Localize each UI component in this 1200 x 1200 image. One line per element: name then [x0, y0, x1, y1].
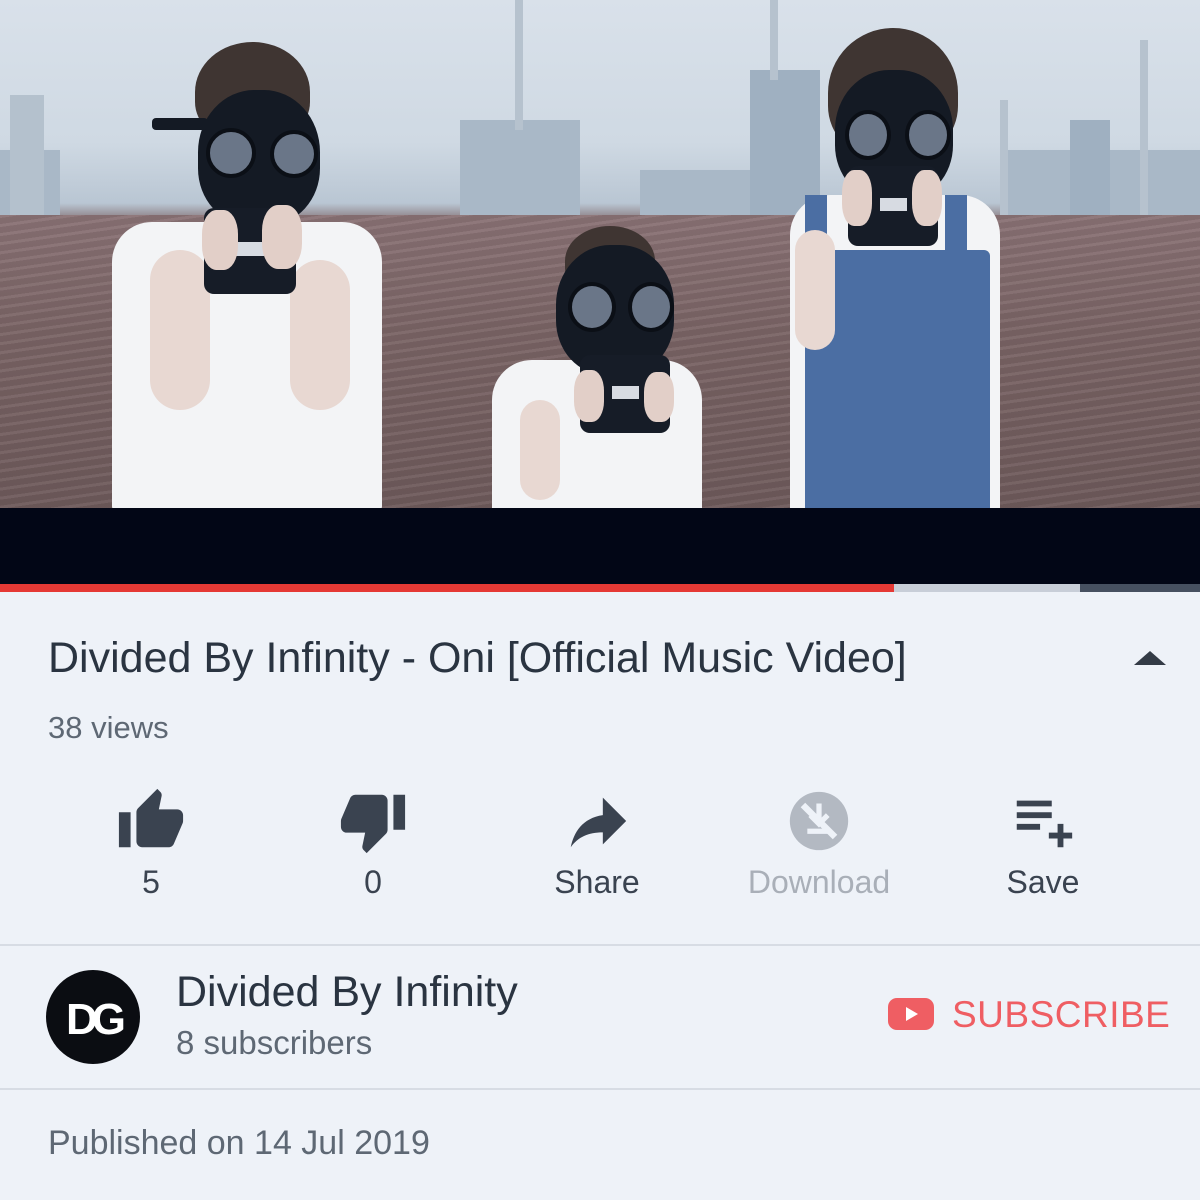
arm	[795, 230, 835, 350]
divider	[0, 944, 1200, 946]
background-chimney	[770, 0, 778, 80]
progress-remaining	[1080, 584, 1200, 592]
hand	[202, 210, 238, 270]
mask-lens	[845, 110, 891, 160]
subscribe-button[interactable]: SUBSCRIBE	[888, 994, 1171, 1042]
mask-lens	[206, 128, 256, 178]
download-label: Download	[747, 864, 891, 900]
background-chimney	[1140, 40, 1148, 220]
like-button[interactable]: 5	[40, 780, 262, 910]
hand	[912, 170, 942, 226]
background-chimney	[515, 0, 523, 130]
divider	[0, 1088, 1200, 1090]
mask-strap	[152, 118, 208, 130]
video-frame[interactable]	[0, 0, 1200, 508]
action-bar: 5 0 Share Download Save	[40, 780, 1160, 910]
background-chimney	[1000, 100, 1008, 220]
video-player[interactable]	[0, 0, 1200, 592]
svg-text:DG: DG	[66, 995, 124, 1044]
mask-lens	[628, 282, 674, 332]
overall-strap	[945, 195, 967, 275]
channel-name[interactable]: Divided By Infinity	[176, 968, 518, 1017]
youtube-play-icon	[888, 998, 934, 1030]
hand	[644, 372, 674, 422]
background-tower	[1070, 120, 1110, 220]
mask-lens	[568, 282, 616, 332]
mask-lens	[905, 110, 951, 160]
dislike-count: 0	[364, 864, 382, 900]
save-button[interactable]: Save	[932, 780, 1154, 910]
publish-date: Published on 14 Jul 2019	[48, 1124, 430, 1162]
like-count: 5	[142, 864, 160, 900]
add-to-playlist-icon	[1016, 800, 1073, 848]
share-button[interactable]: Share	[486, 780, 708, 910]
background-factory	[460, 120, 580, 220]
subscriber-count: 8 subscribers	[176, 1024, 373, 1061]
dislike-button[interactable]: 0	[262, 780, 484, 910]
video-title[interactable]: Divided By Infinity - Oni [Official Musi…	[48, 630, 1088, 686]
channel-logo-icon: DG	[66, 995, 130, 1044]
hand	[842, 170, 872, 226]
view-count: 38 views	[48, 710, 169, 745]
download-disabled-icon	[789, 791, 849, 851]
background-tower	[10, 95, 44, 215]
thumbs-up-icon	[118, 788, 184, 848]
thumbs-down-icon	[340, 794, 406, 854]
hand	[574, 370, 604, 422]
chevron-up-icon[interactable]	[1134, 651, 1166, 665]
arm	[150, 250, 210, 410]
arm	[520, 400, 560, 500]
share-label: Share	[554, 864, 640, 900]
hand	[262, 205, 302, 269]
video-progress-bar[interactable]	[0, 584, 1200, 592]
download-button[interactable]: Download	[708, 780, 930, 910]
arm	[290, 260, 350, 410]
mask-lens	[270, 130, 318, 178]
share-arrow-icon	[570, 797, 627, 848]
subscribe-label: SUBSCRIBE	[952, 994, 1171, 1035]
progress-played	[0, 584, 894, 592]
save-label: Save	[1006, 864, 1080, 900]
channel-avatar[interactable]: DG	[46, 970, 140, 1064]
